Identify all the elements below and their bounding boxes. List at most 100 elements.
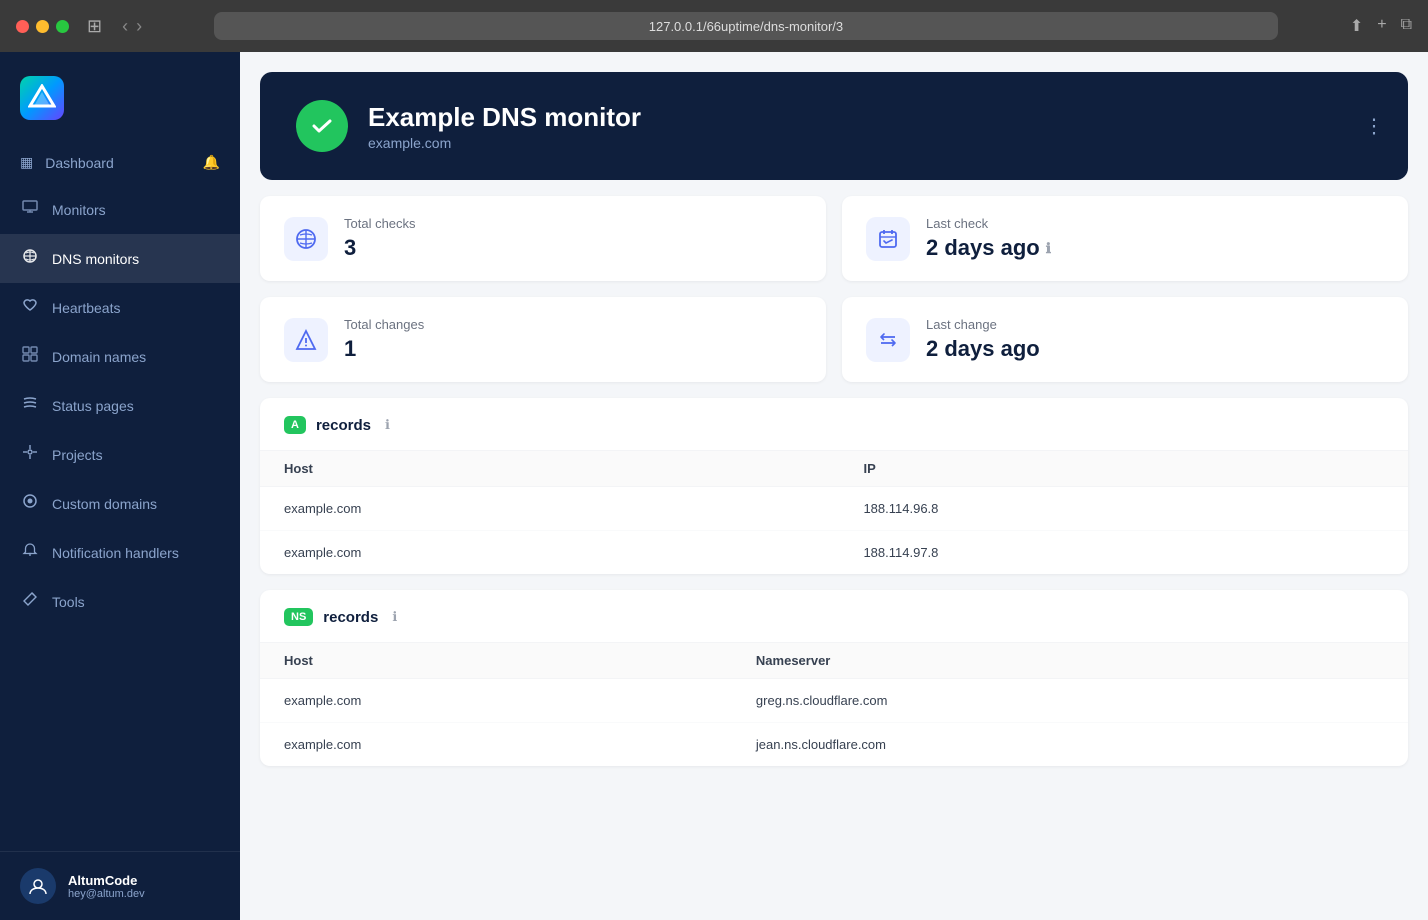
last-change-icon-wrap (866, 318, 910, 362)
footer-text: AltumCode hey@altum.dev (68, 873, 145, 900)
stat-card-total-checks: Total checks 3 (260, 196, 826, 281)
sidebar-nav: ▦ Dashboard 🔔 Monitors DNS monitors (0, 140, 240, 851)
custom-domains-icon (20, 493, 40, 514)
a-records-info-icon[interactable]: ℹ (385, 417, 390, 433)
sidebar-toggle[interactable]: ⊞ (87, 16, 102, 37)
table-row: example.com jean.ns.cloudflare.com (260, 723, 1408, 767)
maximize-button[interactable] (56, 20, 69, 33)
total-changes-value: 1 (344, 336, 424, 362)
status-pages-label: Status pages (52, 398, 134, 414)
close-button[interactable] (16, 20, 29, 33)
a-record-host-2: example.com (260, 531, 839, 575)
sidebar-item-notification-handlers[interactable]: Notification handlers (0, 528, 240, 577)
total-checks-label: Total checks (344, 216, 416, 231)
last-check-info-icon[interactable]: ℹ (1046, 240, 1051, 257)
last-change-text: Last change 2 days ago (926, 317, 1040, 362)
monitor-header: Example DNS monitor example.com ⋮ (260, 72, 1408, 180)
ns-record-ns-1: greg.ns.cloudflare.com (732, 679, 1408, 723)
share-icon[interactable]: ⬆ (1350, 16, 1363, 36)
sidebar-item-dashboard[interactable]: ▦ Dashboard 🔔 (0, 140, 240, 185)
tools-label: Tools (52, 594, 85, 610)
ns-records-info-icon[interactable]: ℹ (392, 609, 397, 625)
nav-back[interactable]: ‹ (122, 16, 128, 37)
ns-records-title: records (323, 609, 378, 626)
a-records-host-header: Host (260, 451, 839, 487)
last-check-label: Last check (926, 216, 1051, 231)
table-row: example.com greg.ns.cloudflare.com (260, 679, 1408, 723)
avatar (20, 868, 56, 904)
monitor-info: Example DNS monitor example.com (368, 102, 641, 151)
dashboard-left: ▦ Dashboard (20, 154, 191, 171)
total-changes-text: Total changes 1 (344, 317, 424, 362)
stat-card-last-change: Last change 2 days ago (842, 297, 1408, 382)
browser-nav: ‹ › (122, 16, 142, 37)
last-check-value: 2 days ago ℹ (926, 235, 1051, 261)
last-check-icon-wrap (866, 217, 910, 261)
ns-records-section: NS records ℹ Host Nameserver example.com (260, 590, 1408, 766)
new-tab-icon[interactable]: + (1377, 16, 1386, 36)
traffic-lights (16, 20, 69, 33)
sidebar-logo (0, 52, 240, 140)
dashboard-icon: ▦ (20, 154, 33, 171)
projects-icon (20, 444, 40, 465)
sidebar-item-domain-names[interactable]: Domain names (0, 332, 240, 381)
ns-records-table: Host Nameserver example.com greg.ns.clou… (260, 643, 1408, 766)
ns-record-ns-2: jean.ns.cloudflare.com (732, 723, 1408, 767)
url-text: 127.0.0.1/66uptime/dns-monitor/3 (649, 19, 843, 34)
notification-handlers-label: Notification handlers (52, 545, 179, 561)
a-record-ip-1: 188.114.96.8 (839, 487, 1408, 531)
table-row: example.com 188.114.96.8 (260, 487, 1408, 531)
last-change-value: 2 days ago (926, 336, 1040, 362)
ns-records-host-header: Host (260, 643, 732, 679)
sidebar: ▦ Dashboard 🔔 Monitors DNS monitors (0, 52, 240, 920)
logo-icon (20, 76, 64, 120)
ns-record-host-1: example.com (260, 679, 732, 723)
a-records-section: A records ℹ Host IP example.com 18 (260, 398, 1408, 574)
sidebar-footer: AltumCode hey@altum.dev (0, 851, 240, 920)
a-records-header: A records ℹ (260, 398, 1408, 451)
sidebar-item-status-pages[interactable]: Status pages (0, 381, 240, 430)
dashboard-label: Dashboard (45, 155, 114, 171)
user-name: AltumCode (68, 873, 145, 888)
url-bar[interactable]: 127.0.0.1/66uptime/dns-monitor/3 (214, 12, 1278, 40)
notification-bell-icon[interactable]: 🔔 (203, 154, 220, 171)
browser-chrome: ⊞ ‹ › 127.0.0.1/66uptime/dns-monitor/3 ⬆… (0, 0, 1428, 52)
a-record-badge: A (284, 416, 306, 434)
ns-records-nameserver-header: Nameserver (732, 643, 1408, 679)
content-area: Example DNS monitor example.com ⋮ Total … (240, 72, 1428, 802)
monitors-label: Monitors (52, 202, 106, 218)
monitor-menu-button[interactable]: ⋮ (1364, 114, 1384, 139)
a-record-ip-2: 188.114.97.8 (839, 531, 1408, 575)
monitors-icon (20, 199, 40, 220)
a-record-host-1: example.com (260, 487, 839, 531)
browser-actions: ⬆ + ⧉ (1350, 16, 1412, 36)
total-changes-label: Total changes (344, 317, 424, 332)
monitor-subtitle: example.com (368, 135, 641, 151)
monitor-status-icon (296, 100, 348, 152)
user-email: hey@altum.dev (68, 888, 145, 900)
a-records-ip-header: IP (839, 451, 1408, 487)
sidebar-item-dns-monitors[interactable]: DNS monitors (0, 234, 240, 283)
minimize-button[interactable] (36, 20, 49, 33)
nav-forward[interactable]: › (136, 16, 142, 37)
stats-grid: Total checks 3 Last check 2 days ago (240, 180, 1428, 398)
total-checks-value: 3 (344, 235, 416, 261)
ns-record-host-2: example.com (260, 723, 732, 767)
dns-monitors-label: DNS monitors (52, 251, 139, 267)
app: ▦ Dashboard 🔔 Monitors DNS monitors (0, 52, 1428, 920)
sidebar-item-monitors[interactable]: Monitors (0, 185, 240, 234)
last-change-label: Last change (926, 317, 1040, 332)
windows-icon[interactable]: ⧉ (1401, 16, 1412, 36)
notification-handlers-icon (20, 542, 40, 563)
table-row: example.com 188.114.97.8 (260, 531, 1408, 575)
sidebar-item-custom-domains[interactable]: Custom domains (0, 479, 240, 528)
total-changes-icon-wrap (284, 318, 328, 362)
sidebar-item-heartbeats[interactable]: Heartbeats (0, 283, 240, 332)
tools-icon (20, 591, 40, 612)
sidebar-item-tools[interactable]: Tools (0, 577, 240, 626)
heartbeats-icon (20, 297, 40, 318)
stat-card-total-changes: Total changes 1 (260, 297, 826, 382)
a-records-table: Host IP example.com 188.114.96.8 example… (260, 451, 1408, 574)
domain-icon (20, 346, 40, 367)
sidebar-item-projects[interactable]: Projects (0, 430, 240, 479)
